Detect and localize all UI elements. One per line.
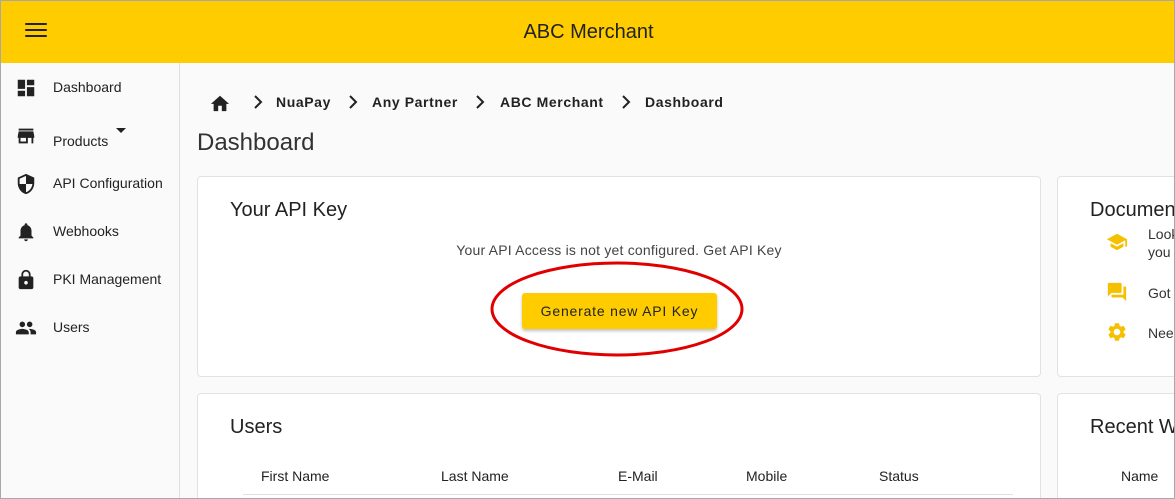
chevron-right-icon	[254, 95, 263, 109]
chat-bubbles-icon	[1107, 282, 1127, 302]
card-title: Users	[230, 416, 283, 438]
documentation-row[interactable]: Lookyou	[1106, 226, 1174, 260]
sidebar: Dashboard Products API Configuration Web…	[1, 63, 180, 498]
card-title: Recent W	[1090, 416, 1175, 438]
column-header-status[interactable]: Status	[879, 468, 919, 484]
sidebar-item-label: Users	[53, 319, 90, 335]
documentation-row[interactable]: Nee	[1106, 321, 1174, 343]
column-header-last-name[interactable]: Last Name	[441, 468, 509, 484]
documentation-card: Documen Lookyou Got Nee	[1057, 176, 1175, 377]
card-title: Documen	[1090, 199, 1175, 221]
api-key-card: Your API Key Your API Access is not yet …	[197, 176, 1041, 377]
documentation-row[interactable]: Got	[1106, 281, 1174, 303]
sidebar-item-label: PKI Management	[53, 271, 162, 287]
chevron-right-icon	[476, 95, 485, 109]
sidebar-item-products[interactable]: Products	[1, 121, 180, 161]
sidebar-item-label: Webhooks	[53, 223, 119, 239]
sidebar-item-label: Dashboard	[53, 79, 122, 95]
sidebar-item-users[interactable]: Users	[1, 307, 180, 347]
app-title: ABC Merchant	[523, 21, 654, 43]
sidebar-item-api-configuration[interactable]: API Configuration	[1, 163, 180, 203]
breadcrumb-item-nuapay[interactable]: NuaPay	[276, 94, 331, 110]
column-header-name[interactable]: Name	[1121, 468, 1158, 484]
chevron-down-icon[interactable]	[116, 128, 126, 133]
dashboard-icon	[17, 79, 35, 97]
sidebar-item-label: Products	[53, 133, 109, 149]
table-divider	[243, 494, 1013, 495]
app-window: ABC Merchant Dashboard Products API Conf…	[0, 0, 1175, 499]
store-icon	[17, 128, 35, 144]
top-app-bar: ABC Merchant	[1, 1, 1174, 63]
chevron-right-icon	[349, 95, 358, 109]
api-status-message: Your API Access is not yet configured. G…	[456, 242, 782, 258]
home-icon[interactable]	[209, 93, 231, 113]
shield-icon	[17, 173, 35, 195]
column-header-first-name[interactable]: First Name	[261, 468, 329, 484]
sidebar-item-pki-management[interactable]: PKI Management	[1, 259, 180, 299]
breadcrumb-item-any-partner[interactable]: Any Partner	[372, 94, 458, 110]
column-header-mobile[interactable]: Mobile	[746, 468, 787, 484]
sidebar-item-label: API Configuration	[53, 175, 163, 191]
documentation-row-text: Lookyou	[1148, 226, 1174, 260]
gear-icon	[1108, 323, 1126, 341]
sidebar-item-webhooks[interactable]: Webhooks	[1, 211, 180, 251]
bell-icon	[18, 223, 34, 242]
column-header-email[interactable]: E-Mail	[618, 468, 658, 484]
documentation-row-text: Got	[1148, 285, 1171, 301]
documentation-row-text: Nee	[1148, 325, 1174, 341]
people-icon	[15, 321, 37, 335]
sidebar-item-dashboard[interactable]: Dashboard	[1, 67, 180, 107]
lock-icon	[18, 269, 34, 290]
generate-api-key-button[interactable]: Generate new API Key	[522, 293, 717, 329]
page-title: Dashboard	[197, 129, 315, 156]
card-title: Your API Key	[230, 199, 348, 221]
breadcrumb-item-dashboard: Dashboard	[645, 94, 724, 110]
chevron-right-icon	[622, 95, 631, 109]
school-cap-icon	[1106, 233, 1128, 251]
breadcrumb-item-abc-merchant[interactable]: ABC Merchant	[500, 94, 604, 110]
